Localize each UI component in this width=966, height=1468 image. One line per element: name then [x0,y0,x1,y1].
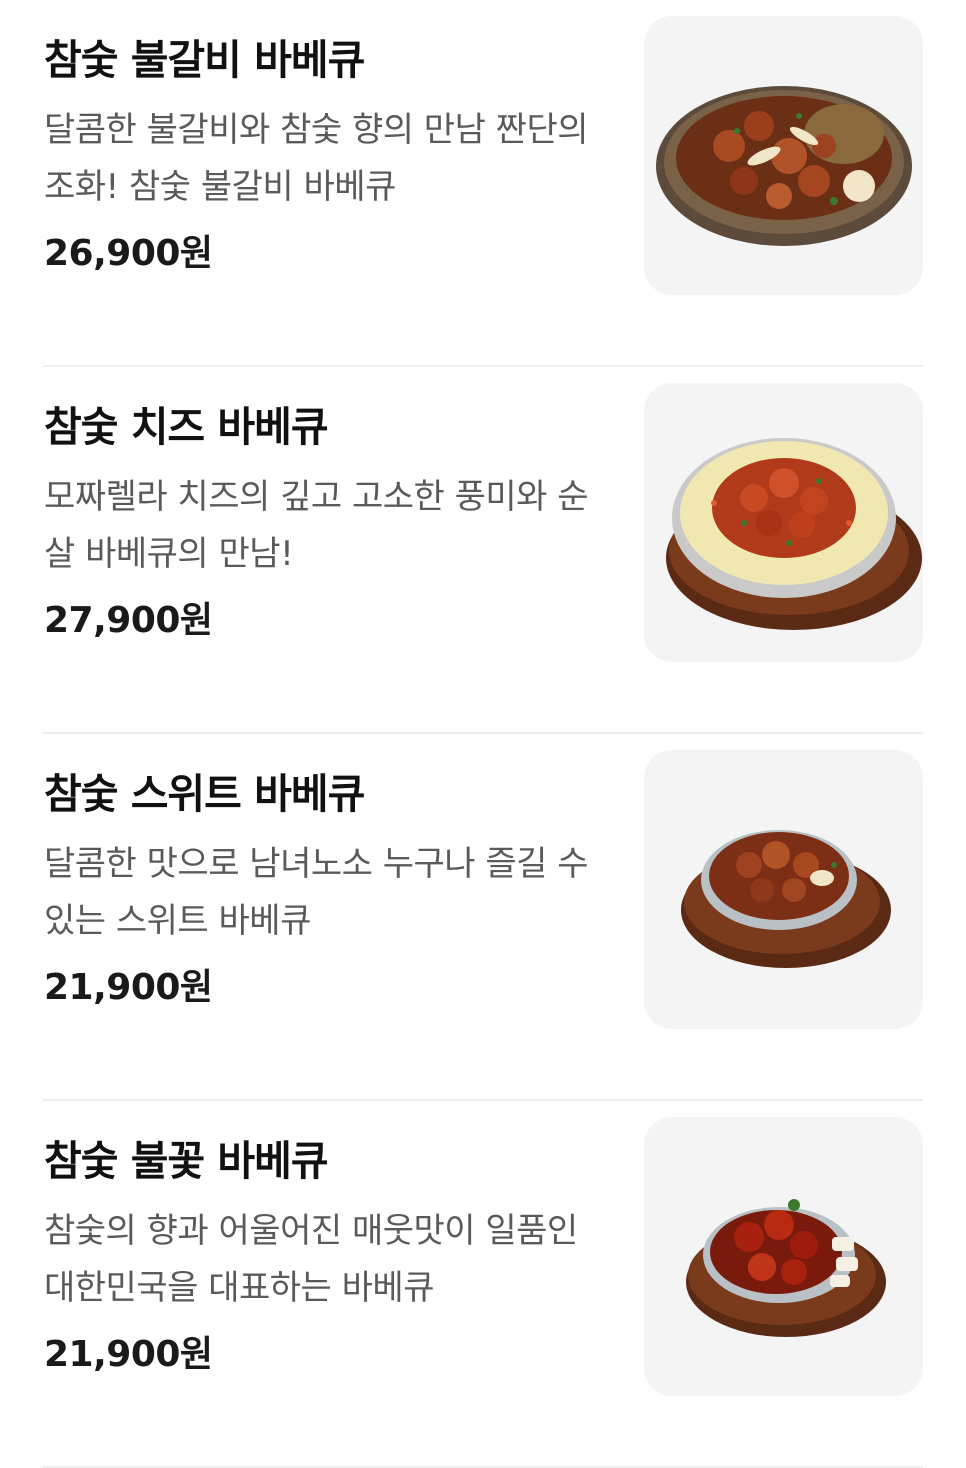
menu-item-image[interactable] [644,383,923,662]
cheese-bbq-dish-icon [666,438,922,630]
menu-item-price: 21,900원 [44,967,213,1008]
menu-item-price: 27,900원 [44,600,213,641]
menu-item-image[interactable] [644,16,923,295]
spicy-bbq-dish-icon [686,1199,886,1337]
menu-item[interactable]: 참숯 스위트 바베큐 달콤한 맛으로 남녀노소 누구나 즐길 수 있는 스위트 … [43,734,923,1101]
menu-item-description: 달콤한 맛으로 남녀노소 누구나 즐길 수 있는 스위트 바베큐 [44,844,589,941]
grilled-galbi-dish-icon [656,86,912,246]
menu-item-price: 21,900원 [44,1334,213,1375]
menu-item-price: 26,900원 [44,233,213,274]
menu-item-text: 참숯 불꽃 바베큐 참숯의 향과 어울어진 매웃맛이 일품인 대한민국을 대표하… [44,1131,614,1385]
menu-item[interactable]: 참숯 치즈 바베큐 모짜렐라 치즈의 깊고 고소한 풍미와 순살 바베큐의 만남… [43,367,923,734]
menu-item-text: 참숯 치즈 바베큐 모짜렐라 치즈의 깊고 고소한 풍미와 순살 바베큐의 만남… [44,397,614,651]
menu-item-text: 참숯 불갈비 바베큐 달콤한 불갈비와 참숯 향의 만남 짠단의 조화! 참숯 … [44,30,614,284]
menu-item[interactable]: 참숯 불갈비 바베큐 달콤한 불갈비와 참숯 향의 만남 짠단의 조화! 참숯 … [43,0,923,367]
menu-list: 참숯 불갈비 바베큐 달콤한 불갈비와 참숯 향의 만남 짠단의 조화! 참숯 … [0,0,966,1468]
menu-item-image[interactable] [644,1117,923,1396]
menu-item-name: 참숯 불갈비 바베큐 [44,36,365,84]
menu-item-image[interactable] [644,750,923,1029]
menu-item-name: 참숯 치즈 바베큐 [44,403,329,451]
menu-item-name: 참숯 스위트 바베큐 [44,770,365,818]
menu-item-description: 참숯의 향과 어울어진 매웃맛이 일품인 대한민국을 대표하는 바베큐 [44,1211,578,1308]
menu-item-name: 참숯 불꽃 바베큐 [44,1137,329,1185]
menu-item[interactable]: 참숯 불꽃 바베큐 참숯의 향과 어울어진 매웃맛이 일품인 대한민국을 대표하… [43,1101,923,1468]
menu-item-description: 달콤한 불갈비와 참숯 향의 만남 짠단의 조화! 참숯 불갈비 바베큐 [44,110,589,207]
sweet-bbq-dish-icon [681,830,891,968]
menu-item-text: 참숯 스위트 바베큐 달콤한 맛으로 남녀노소 누구나 즐길 수 있는 스위트 … [44,764,614,1018]
menu-item-description: 모짜렐라 치즈의 깊고 고소한 풍미와 순살 바베큐의 만남! [44,477,589,574]
